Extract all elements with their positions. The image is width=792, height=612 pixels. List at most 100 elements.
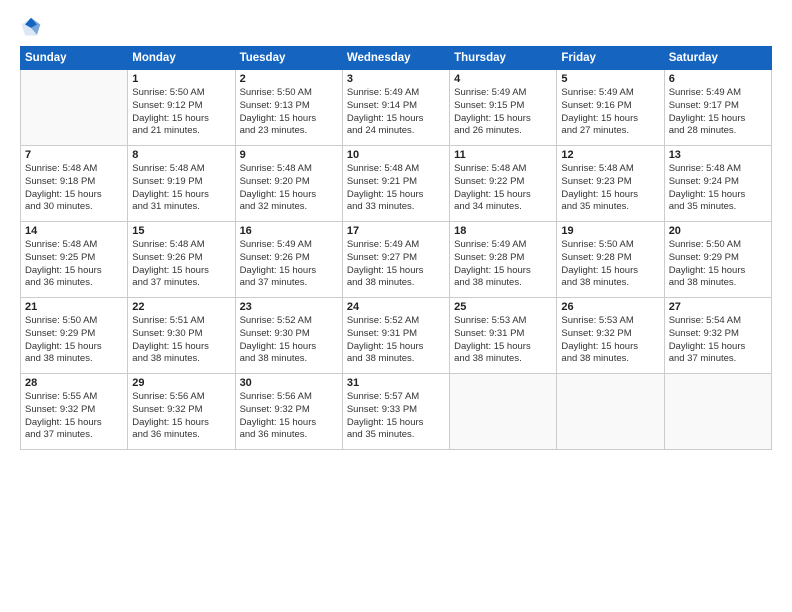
calendar-cell: 5 Sunrise: 5:49 AM Sunset: 9:16 PM Daylig…: [557, 70, 664, 146]
day-info: Sunrise: 5:48 AM Sunset: 9:21 PM Dayligh…: [347, 163, 445, 214]
day-number: 19: [561, 225, 659, 237]
day-number: 25: [454, 301, 552, 313]
calendar-cell: 17 Sunrise: 5:49 AM Sunset: 9:27 PM Dayli…: [342, 222, 449, 298]
day-info: Sunrise: 5:48 AM Sunset: 9:25 PM Dayligh…: [25, 239, 123, 290]
weekday-header-friday: Friday: [557, 47, 664, 70]
day-number: 30: [240, 377, 338, 389]
day-number: 28: [25, 377, 123, 389]
calendar-week-row: 7Sunrise: 5:48 AM Sunset: 9:18 PM Daylig…: [21, 146, 772, 222]
calendar-cell: 21Sunrise: 5:50 AM Sunset: 9:29 PM Dayli…: [21, 298, 128, 374]
day-number: 24: [347, 301, 445, 313]
weekday-header-tuesday: Tuesday: [235, 47, 342, 70]
calendar-cell: 29 Sunrise: 5:56 AM Sunset: 9:32 PM Dayli…: [128, 374, 235, 450]
calendar-cell: [664, 374, 771, 450]
day-number: 31: [347, 377, 445, 389]
day-number: 27: [669, 301, 767, 313]
day-number: 1: [132, 73, 230, 85]
calendar-cell: 27 Sunrise: 5:54 AM Sunset: 9:32 PM Dayli…: [664, 298, 771, 374]
day-number: 22: [132, 301, 230, 313]
calendar-cell: 7Sunrise: 5:48 AM Sunset: 9:18 PM Daylig…: [21, 146, 128, 222]
day-number: 21: [25, 301, 123, 313]
calendar-cell: 14 Sunrise: 5:48 AM Sunset: 9:25 PM Dayli…: [21, 222, 128, 298]
day-number: 9: [240, 149, 338, 161]
calendar-cell: 25 Sunrise: 5:53 AM Sunset: 9:31 PM Dayli…: [450, 298, 557, 374]
day-number: 2: [240, 73, 338, 85]
day-number: 13: [669, 149, 767, 161]
day-number: 4: [454, 73, 552, 85]
day-info: Sunrise: 5:51 AM Sunset: 9:30 PM Dayligh…: [132, 315, 230, 366]
calendar-cell: 26Sunrise: 5:53 AM Sunset: 9:32 PM Dayli…: [557, 298, 664, 374]
day-info: Sunrise: 5:54 AM Sunset: 9:32 PM Dayligh…: [669, 315, 767, 366]
calendar-cell: 28 Sunrise: 5:55 AM Sunset: 9:32 PM Dayli…: [21, 374, 128, 450]
day-number: 3: [347, 73, 445, 85]
calendar-cell: 1Sunrise: 5:50 AM Sunset: 9:12 PM Daylig…: [128, 70, 235, 146]
day-number: 10: [347, 149, 445, 161]
day-info: Sunrise: 5:49 AM Sunset: 9:27 PM Dayligh…: [347, 239, 445, 290]
day-info: Sunrise: 5:48 AM Sunset: 9:26 PM Dayligh…: [132, 239, 230, 290]
day-info: Sunrise: 5:49 AM Sunset: 9:17 PM Dayligh…: [669, 87, 767, 138]
calendar-cell: 30 Sunrise: 5:56 AM Sunset: 9:32 PM Dayli…: [235, 374, 342, 450]
calendar-cell: 3 Sunrise: 5:49 AM Sunset: 9:14 PM Daylig…: [342, 70, 449, 146]
calendar-week-row: 1Sunrise: 5:50 AM Sunset: 9:12 PM Daylig…: [21, 70, 772, 146]
calendar-cell: 6Sunrise: 5:49 AM Sunset: 9:17 PM Daylig…: [664, 70, 771, 146]
day-info: Sunrise: 5:50 AM Sunset: 9:29 PM Dayligh…: [669, 239, 767, 290]
calendar-cell: 31 Sunrise: 5:57 AM Sunset: 9:33 PM Dayli…: [342, 374, 449, 450]
weekday-header-wednesday: Wednesday: [342, 47, 449, 70]
calendar-cell: 24 Sunrise: 5:52 AM Sunset: 9:31 PM Dayli…: [342, 298, 449, 374]
calendar-cell: 2 Sunrise: 5:50 AM Sunset: 9:13 PM Daylig…: [235, 70, 342, 146]
day-info: Sunrise: 5:48 AM Sunset: 9:19 PM Dayligh…: [132, 163, 230, 214]
day-number: 7: [25, 149, 123, 161]
day-info: Sunrise: 5:49 AM Sunset: 9:16 PM Dayligh…: [561, 87, 659, 138]
calendar-week-row: 14 Sunrise: 5:48 AM Sunset: 9:25 PM Dayli…: [21, 222, 772, 298]
day-info: Sunrise: 5:57 AM Sunset: 9:33 PM Dayligh…: [347, 391, 445, 442]
calendar-cell: 8 Sunrise: 5:48 AM Sunset: 9:19 PM Daylig…: [128, 146, 235, 222]
day-info: Sunrise: 5:52 AM Sunset: 9:31 PM Dayligh…: [347, 315, 445, 366]
weekday-header-saturday: Saturday: [664, 47, 771, 70]
header: [20, 16, 772, 38]
calendar-cell: 19 Sunrise: 5:50 AM Sunset: 9:28 PM Dayli…: [557, 222, 664, 298]
calendar-cell: [450, 374, 557, 450]
day-number: 17: [347, 225, 445, 237]
calendar-cell: 4 Sunrise: 5:49 AM Sunset: 9:15 PM Daylig…: [450, 70, 557, 146]
day-number: 29: [132, 377, 230, 389]
day-number: 18: [454, 225, 552, 237]
day-info: Sunrise: 5:56 AM Sunset: 9:32 PM Dayligh…: [240, 391, 338, 442]
calendar-cell: 13 Sunrise: 5:48 AM Sunset: 9:24 PM Dayli…: [664, 146, 771, 222]
day-number: 20: [669, 225, 767, 237]
day-number: 26: [561, 301, 659, 313]
day-number: 5: [561, 73, 659, 85]
day-info: Sunrise: 5:48 AM Sunset: 9:24 PM Dayligh…: [669, 163, 767, 214]
day-info: Sunrise: 5:53 AM Sunset: 9:31 PM Dayligh…: [454, 315, 552, 366]
logo: [20, 16, 46, 38]
day-info: Sunrise: 5:49 AM Sunset: 9:15 PM Dayligh…: [454, 87, 552, 138]
day-info: Sunrise: 5:48 AM Sunset: 9:22 PM Dayligh…: [454, 163, 552, 214]
day-number: 12: [561, 149, 659, 161]
calendar-cell: [21, 70, 128, 146]
day-number: 14: [25, 225, 123, 237]
calendar-cell: 11Sunrise: 5:48 AM Sunset: 9:22 PM Dayli…: [450, 146, 557, 222]
day-info: Sunrise: 5:52 AM Sunset: 9:30 PM Dayligh…: [240, 315, 338, 366]
logo-icon: [20, 16, 42, 38]
day-info: Sunrise: 5:48 AM Sunset: 9:20 PM Dayligh…: [240, 163, 338, 214]
day-info: Sunrise: 5:49 AM Sunset: 9:14 PM Dayligh…: [347, 87, 445, 138]
day-info: Sunrise: 5:48 AM Sunset: 9:23 PM Dayligh…: [561, 163, 659, 214]
day-info: Sunrise: 5:55 AM Sunset: 9:32 PM Dayligh…: [25, 391, 123, 442]
day-number: 8: [132, 149, 230, 161]
weekday-header-row: SundayMondayTuesdayWednesdayThursdayFrid…: [21, 47, 772, 70]
calendar-cell: 15Sunrise: 5:48 AM Sunset: 9:26 PM Dayli…: [128, 222, 235, 298]
day-info: Sunrise: 5:56 AM Sunset: 9:32 PM Dayligh…: [132, 391, 230, 442]
day-info: Sunrise: 5:49 AM Sunset: 9:28 PM Dayligh…: [454, 239, 552, 290]
day-info: Sunrise: 5:50 AM Sunset: 9:13 PM Dayligh…: [240, 87, 338, 138]
weekday-header-sunday: Sunday: [21, 47, 128, 70]
day-info: Sunrise: 5:50 AM Sunset: 9:28 PM Dayligh…: [561, 239, 659, 290]
calendar-cell: 18 Sunrise: 5:49 AM Sunset: 9:28 PM Dayli…: [450, 222, 557, 298]
calendar-cell: 16Sunrise: 5:49 AM Sunset: 9:26 PM Dayli…: [235, 222, 342, 298]
calendar-week-row: 28 Sunrise: 5:55 AM Sunset: 9:32 PM Dayli…: [21, 374, 772, 450]
calendar-cell: 10 Sunrise: 5:48 AM Sunset: 9:21 PM Dayli…: [342, 146, 449, 222]
calendar-cell: 9 Sunrise: 5:48 AM Sunset: 9:20 PM Daylig…: [235, 146, 342, 222]
day-info: Sunrise: 5:49 AM Sunset: 9:26 PM Dayligh…: [240, 239, 338, 290]
calendar-week-row: 21Sunrise: 5:50 AM Sunset: 9:29 PM Dayli…: [21, 298, 772, 374]
calendar-cell: [557, 374, 664, 450]
weekday-header-thursday: Thursday: [450, 47, 557, 70]
calendar-cell: 12 Sunrise: 5:48 AM Sunset: 9:23 PM Dayli…: [557, 146, 664, 222]
